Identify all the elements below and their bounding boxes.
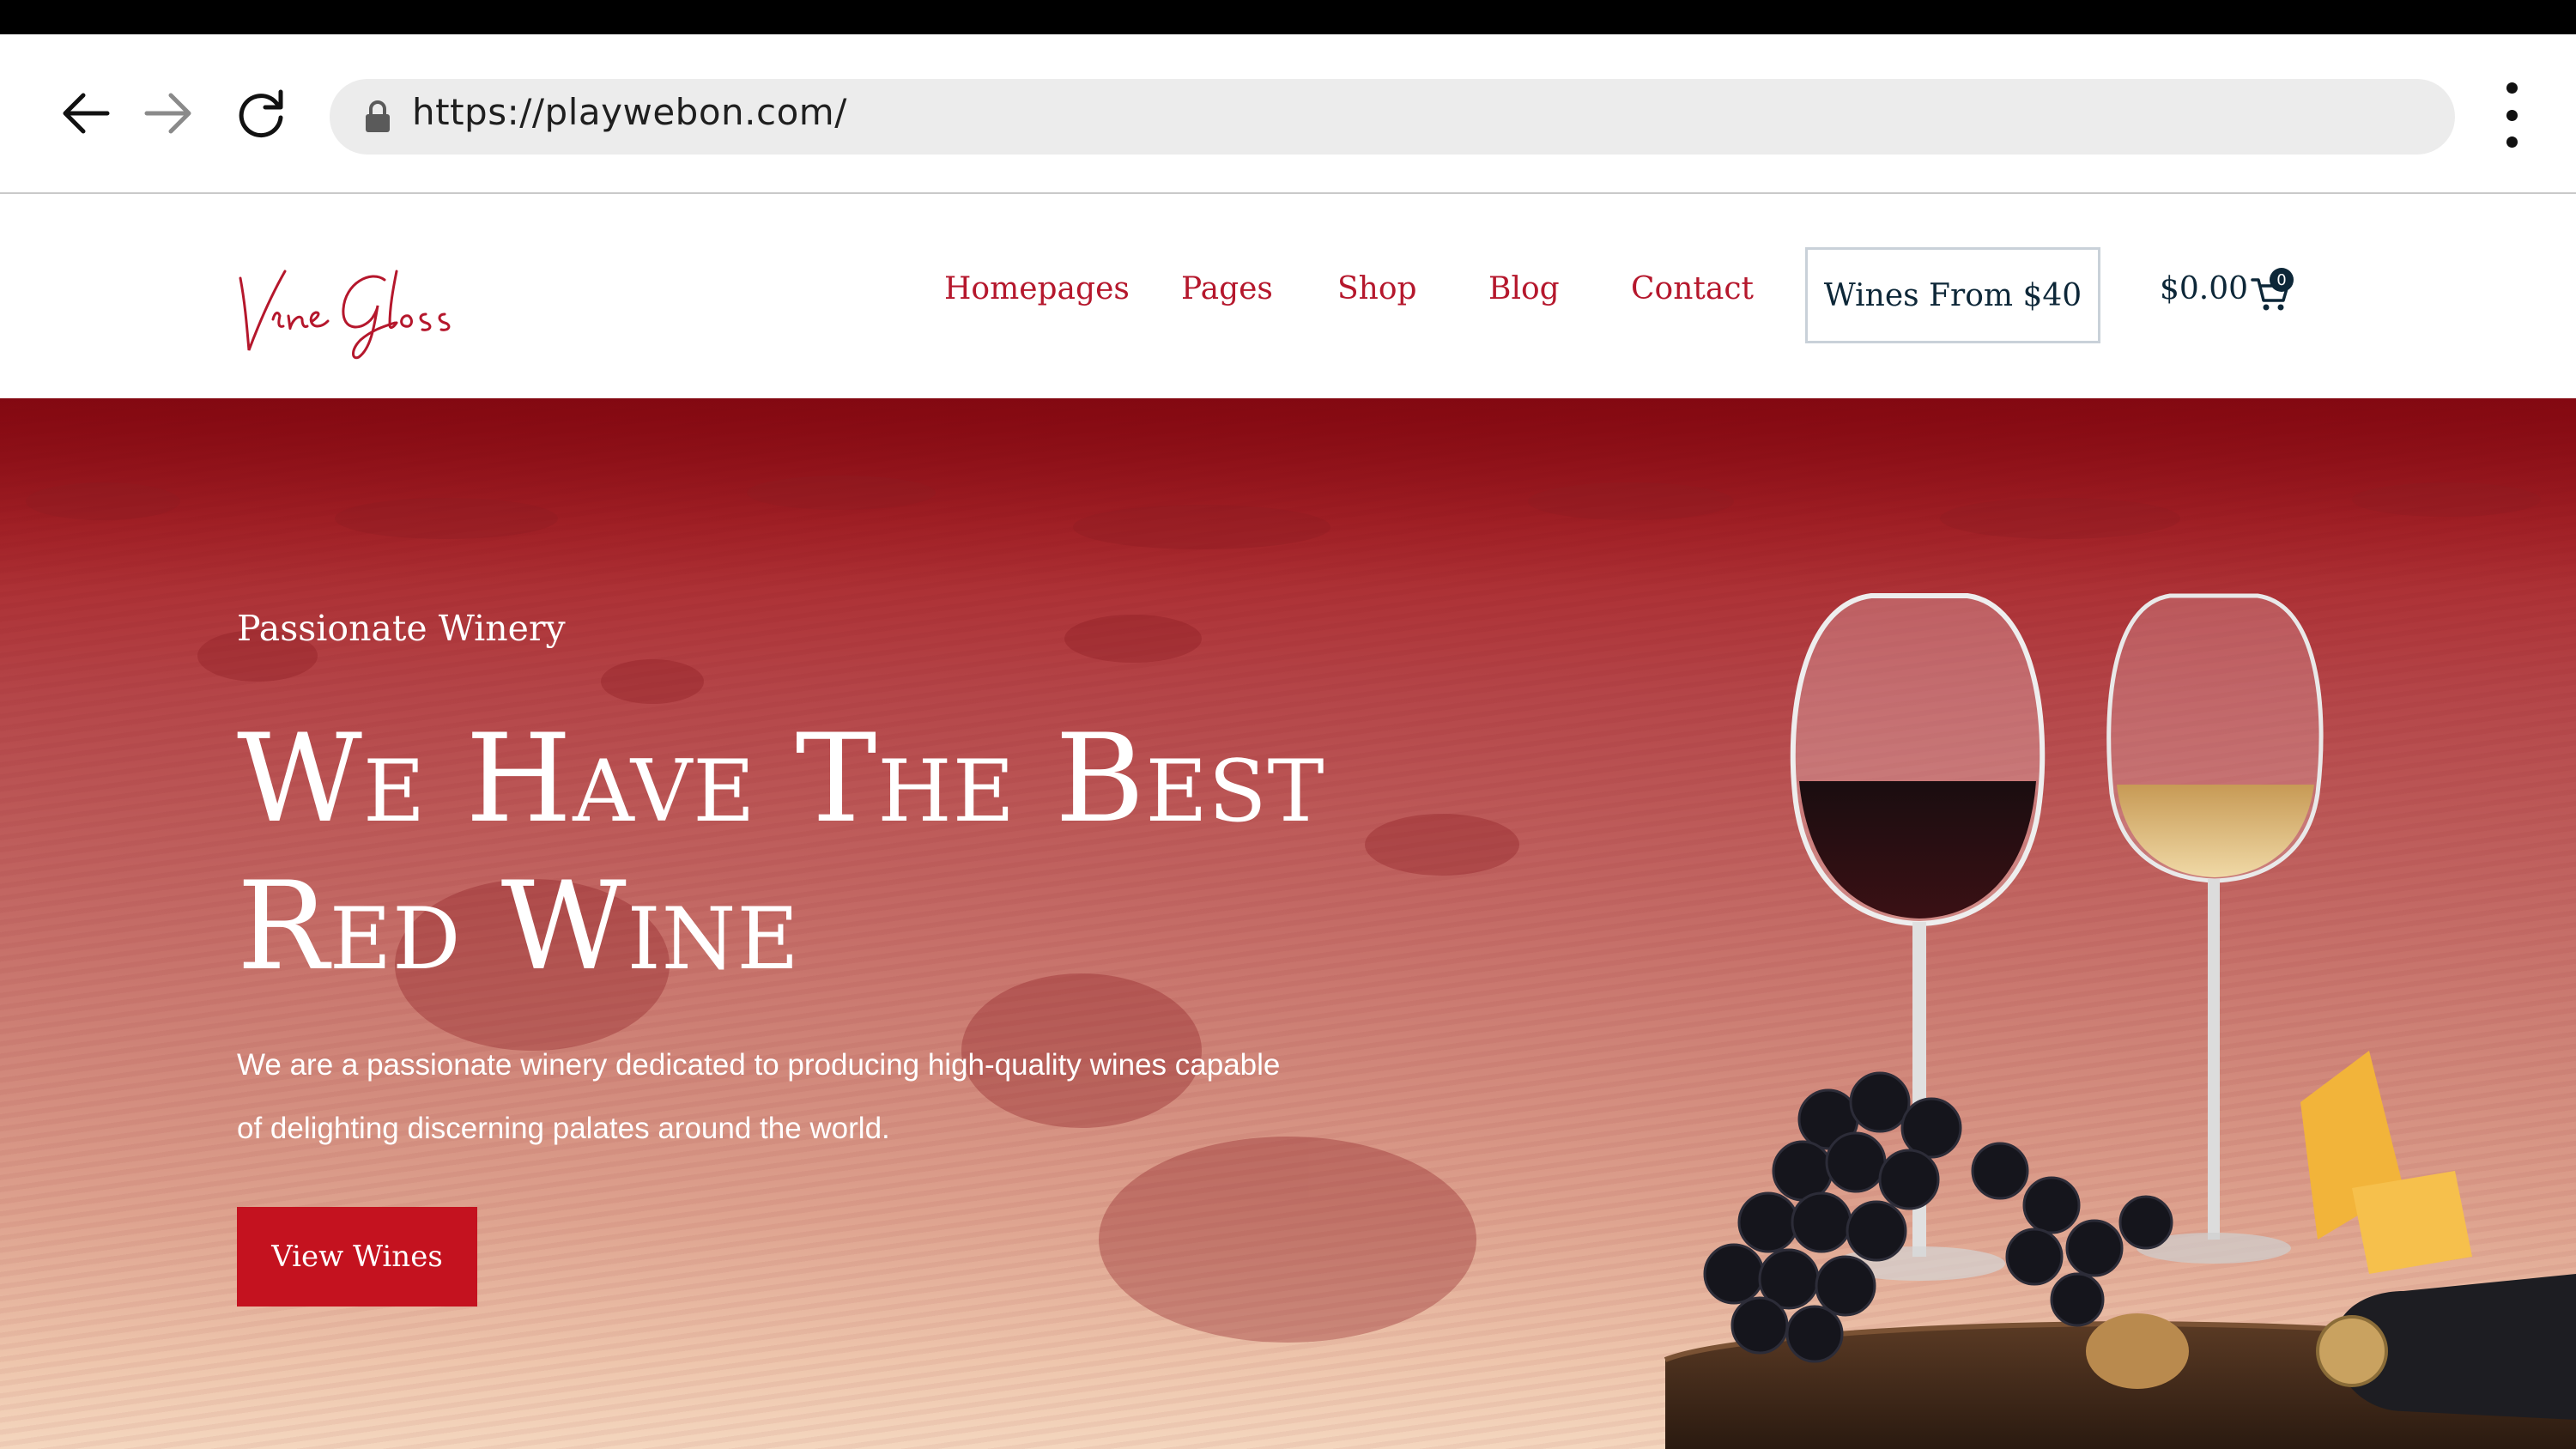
- view-wines-button[interactable]: View Wines: [237, 1207, 477, 1307]
- headline-line-2: Red Wine: [237, 856, 800, 997]
- wines-from-label: Wines From $40: [1823, 277, 2082, 313]
- address-bar[interactable]: https://playwebon.com/: [330, 79, 2455, 155]
- hero-section: Passionate Winery We Have The Best Red W…: [0, 398, 2576, 1449]
- hero-description: We are a passionate winery dedicated to …: [237, 1048, 1281, 1145]
- cart-total[interactable]: $0.00: [2160, 271, 2248, 306]
- menu-item-blog[interactable]: Blog: [1488, 271, 1560, 306]
- view-wines-label: View Wines: [271, 1240, 443, 1274]
- wine-glasses-image: [1664, 593, 2576, 1449]
- menu-item-homepages[interactable]: Homepages: [944, 271, 1130, 306]
- url-text: https://playwebon.com/: [412, 91, 847, 133]
- site-header: Homepages Pages Shop Blog Contact Wines …: [0, 194, 2576, 398]
- hero-headline: We Have The Best Red Wine: [237, 706, 1353, 1001]
- back-arrow-icon: [63, 93, 110, 134]
- browser-menu-button[interactable]: [2488, 82, 2536, 148]
- browser-toolbar: https://playwebon.com/: [0, 34, 2576, 194]
- more-vertical-icon: [2506, 82, 2518, 94]
- wines-from-button[interactable]: Wines From $40: [1805, 247, 2100, 343]
- menu-item-pages[interactable]: Pages: [1181, 271, 1273, 306]
- reload-icon: [239, 89, 283, 138]
- device-status-bar: [0, 0, 2576, 34]
- logo[interactable]: [233, 254, 465, 374]
- reload-button[interactable]: [220, 72, 302, 155]
- menu-item-shop[interactable]: Shop: [1337, 271, 1417, 306]
- hero-eyebrow: Passionate Winery: [237, 608, 566, 649]
- forward-button[interactable]: [127, 72, 209, 155]
- back-button[interactable]: [45, 72, 127, 155]
- lock-icon: [366, 100, 390, 132]
- menu-item-contact[interactable]: Contact: [1631, 271, 1754, 306]
- headline-line-1: We Have The Best: [237, 708, 1325, 850]
- forward-arrow-icon: [144, 93, 191, 134]
- cart-count-badge: 0: [2270, 268, 2294, 292]
